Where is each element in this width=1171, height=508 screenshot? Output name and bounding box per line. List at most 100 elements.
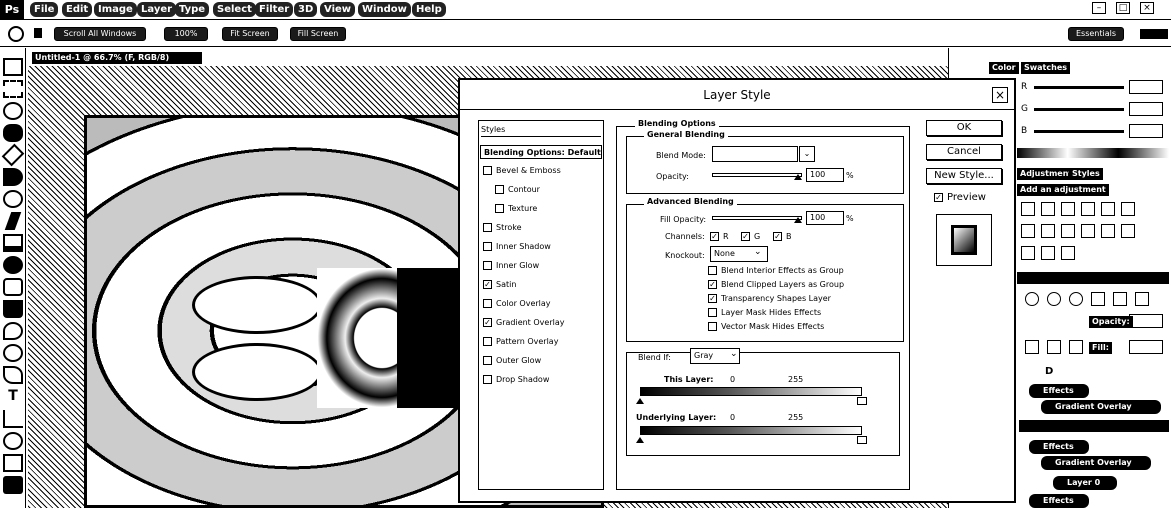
lock-pixels-icon[interactable] (1025, 340, 1039, 354)
layers-panel-header[interactable] (1017, 272, 1169, 284)
swatches-panel-tab[interactable]: Swatches (1021, 62, 1070, 74)
cancel-button[interactable]: Cancel (926, 144, 1002, 160)
style-item-checkbox[interactable] (483, 356, 492, 365)
actual-pixels-button[interactable]: 100% (164, 27, 208, 41)
move-tool-icon[interactable] (3, 58, 23, 76)
lock-all-icon[interactable] (1069, 340, 1083, 354)
brush-tool-icon[interactable] (4, 212, 22, 230)
fill-opacity-slider-handle[interactable] (794, 217, 802, 223)
adv-check-blend-clipped-layers-as-group[interactable]: ✓ Blend Clipped Layers as Group (708, 280, 844, 289)
red-slider[interactable] (1034, 86, 1124, 89)
maximize-icon[interactable]: □ (1116, 2, 1130, 14)
style-item-bevel-emboss[interactable]: Bevel & Emboss (483, 164, 561, 178)
opacity-slider-handle[interactable] (794, 174, 802, 180)
layer-filter-icon[interactable] (1025, 292, 1039, 306)
style-item-inner-shadow[interactable]: Inner Shadow (483, 240, 551, 254)
layer-effects-row-3[interactable]: Effects (1029, 494, 1089, 508)
layer-0-row[interactable]: Layer 0 (1053, 476, 1117, 490)
menu-image[interactable]: Image (94, 2, 137, 17)
close-window-icon[interactable]: × (1140, 2, 1154, 14)
type-tool-icon[interactable]: T (3, 388, 23, 406)
menu-window[interactable]: Window (358, 2, 411, 17)
pen-tool-icon[interactable] (3, 366, 23, 384)
bw-icon[interactable] (1041, 224, 1055, 238)
adv-check-blend-interior-effects-as-group[interactable]: Blend Interior Effects as Group (708, 266, 844, 275)
lock-position-icon[interactable] (1047, 340, 1061, 354)
menu-file[interactable]: File (30, 2, 59, 17)
adv-check-layer-mask-hides-effects[interactable]: Layer Mask Hides Effects (708, 308, 821, 317)
paint-bucket-icon[interactable] (3, 300, 23, 318)
dodge-tool-icon[interactable] (3, 344, 23, 362)
underlying-white-handle[interactable] (857, 436, 867, 444)
style-item-pattern-overlay[interactable]: Pattern Overlay (483, 335, 558, 349)
adjust-filter-icon[interactable] (1069, 292, 1083, 306)
type-filter-icon[interactable] (1091, 292, 1105, 306)
history-brush-icon[interactable] (3, 256, 23, 274)
ok-button[interactable]: OK (926, 120, 1002, 136)
style-item-checkbox[interactable] (483, 299, 492, 308)
tool-preset-arrow-icon[interactable] (34, 28, 42, 38)
blur-tool-icon[interactable] (3, 322, 23, 340)
style-item-contour[interactable]: Contour (495, 183, 540, 197)
style-item-satin[interactable]: ✓ Satin (483, 278, 516, 292)
style-item-drop-shadow[interactable]: Drop Shadow (483, 373, 549, 387)
vibrance-icon[interactable] (1101, 202, 1115, 216)
green-value-field[interactable] (1129, 102, 1163, 116)
this-layer-white-handle[interactable] (857, 397, 867, 405)
eyedropper-tool-icon[interactable] (3, 168, 23, 186)
blue-value-field[interactable] (1129, 124, 1163, 138)
gradient-map-icon[interactable] (1041, 246, 1055, 260)
close-tab-icon[interactable]: × (186, 52, 194, 63)
channel-g-checkbox[interactable]: ✓ G (741, 232, 760, 241)
adv-check-box[interactable] (708, 266, 717, 275)
eraser-tool-icon[interactable] (3, 278, 23, 296)
fill-opacity-slider[interactable] (712, 216, 802, 220)
style-item-checkbox[interactable] (495, 204, 504, 213)
style-item-checkbox[interactable] (483, 223, 492, 232)
underlying-black-handle[interactable] (636, 437, 644, 443)
style-item-checkbox[interactable] (483, 261, 492, 270)
layer-effects-row[interactable]: Effects (1029, 384, 1089, 398)
hand-tool-icon[interactable] (3, 476, 23, 494)
menu-3d[interactable]: 3D (294, 2, 318, 17)
style-item-checkbox[interactable]: ✓ (483, 280, 492, 289)
style-item-stroke[interactable]: Stroke (483, 221, 522, 235)
brightness-icon[interactable] (1021, 202, 1035, 216)
pixel-filter-icon[interactable] (1047, 292, 1061, 306)
workspace-switcher[interactable]: Essentials (1068, 27, 1124, 41)
quick-select-tool-icon[interactable] (3, 124, 23, 142)
healing-brush-icon[interactable] (3, 190, 23, 208)
shape-filter-icon[interactable] (1113, 292, 1127, 306)
style-item-checkbox[interactable] (483, 242, 492, 251)
levels-icon[interactable] (1041, 202, 1055, 216)
shape-tool-icon[interactable] (3, 432, 23, 450)
this-layer-black-handle[interactable] (636, 398, 644, 404)
layer-opacity-field[interactable] (1129, 314, 1163, 328)
invert-icon[interactable] (1101, 224, 1115, 238)
color-ramp[interactable] (1017, 148, 1169, 158)
scroll-all-windows-checkbox[interactable]: Scroll All Windows (54, 27, 146, 41)
smart-filter-icon[interactable] (1135, 292, 1149, 306)
style-item-checkbox[interactable] (483, 166, 492, 175)
menu-help[interactable]: Help (412, 2, 446, 17)
adv-check-vector-mask-hides-effects[interactable]: Vector Mask Hides Effects (708, 322, 824, 331)
menu-view[interactable]: View (320, 2, 356, 17)
color-panel-tab[interactable]: Color (989, 62, 1019, 74)
style-item-outer-glow[interactable]: Outer Glow (483, 354, 541, 368)
clone-stamp-icon[interactable] (3, 234, 23, 252)
menu-type[interactable]: Type (175, 2, 210, 17)
threshold-icon[interactable] (1021, 246, 1035, 260)
style-item-checkbox[interactable]: ✓ (483, 318, 492, 327)
adv-check-box[interactable] (708, 322, 717, 331)
document-tab[interactable]: Untitled-1 @ 66.7% (F, RGB/8) (32, 52, 202, 64)
layer-gradient-overlay-row-2[interactable]: Gradient Overlay (1041, 456, 1151, 470)
blue-slider[interactable] (1034, 130, 1124, 133)
curves-icon[interactable] (1061, 202, 1075, 216)
adv-check-box[interactable]: ✓ (708, 294, 717, 303)
lasso-tool-icon[interactable] (3, 102, 23, 120)
minimize-icon[interactable]: – (1092, 2, 1106, 14)
menu-filter[interactable]: Filter (255, 2, 294, 17)
opacity-field[interactable]: 100 (806, 168, 844, 182)
workspace-menu-icon[interactable] (1140, 29, 1168, 39)
selective-color-icon[interactable] (1061, 246, 1075, 260)
